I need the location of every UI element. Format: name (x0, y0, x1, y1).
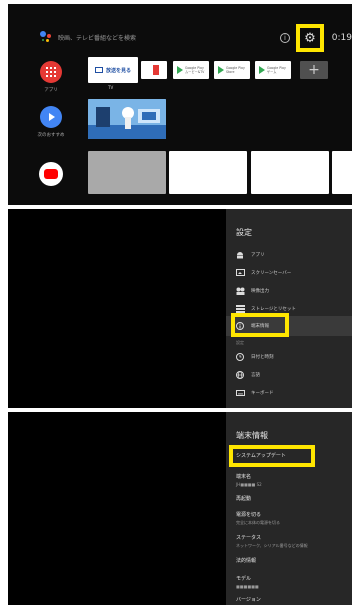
menu-item-video-output[interactable]: 映像出力 (235, 286, 269, 295)
info-icon[interactable]: i (280, 33, 290, 43)
play-icon (40, 106, 62, 128)
menu-item-label: 言語 (251, 372, 260, 378)
menu-item-screensaver[interactable]: スクリーンセーバー (235, 268, 291, 277)
gear-icon: ⚙ (304, 30, 316, 46)
legal-info-label: 法的情報 (236, 558, 257, 564)
menu-item-apps[interactable]: アプリ (235, 250, 265, 259)
clock-icon (235, 352, 245, 361)
add-favorite-button[interactable]: + (300, 61, 328, 79)
model-item: モデル ■■■■■■ (236, 575, 259, 589)
device-name-item[interactable]: 端末名 JH■■■■ S2 (236, 473, 262, 487)
watch-tv-tile[interactable]: 放送を見る (88, 57, 138, 83)
settings-title: 設定 (236, 228, 252, 237)
recommendation-tile[interactable] (88, 99, 166, 139)
device-name-value: JH■■■■ S2 (236, 482, 262, 487)
youtube-button[interactable] (37, 162, 65, 186)
play-store-icon (177, 66, 183, 74)
model-label: モデル (236, 576, 252, 582)
tv-icon (94, 67, 103, 73)
restart-item[interactable]: 再起動 (236, 495, 251, 502)
plus-icon: + (308, 62, 320, 78)
legal-info-item[interactable]: 法的情報 (236, 557, 256, 564)
status-label: ステータス (236, 535, 262, 541)
youtube-thumbnail[interactable] (251, 151, 329, 194)
video-output-icon (235, 286, 245, 295)
power-off-item[interactable]: 電源を切る 完全に本体の電源を切る (236, 511, 280, 526)
play-games-tile[interactable]: Google Play ゲーム (255, 61, 291, 79)
menu-item-label: スクリーンセーバー (251, 270, 292, 276)
menu-item-label: 日付と時刻 (251, 354, 274, 360)
youtube-thumbnail[interactable] (169, 151, 247, 194)
settings-screen: 設定 アプリ スクリーンセーバー 映像出力 ストレージとリセット 端末情報 設定… (8, 209, 352, 408)
status-subtitle: ネットワーク、シリアル番号などの情報 (236, 543, 308, 548)
play-store-icon (259, 66, 265, 74)
power-off-subtitle: 完全に本体の電源を切る (236, 520, 280, 525)
play-movies-line2: ムービー&TV (185, 70, 205, 74)
settings-gear-button[interactable]: ⚙ (296, 24, 324, 52)
android-icon (235, 250, 245, 259)
menu-item-date-time[interactable]: 日付と時刻 (235, 352, 274, 361)
youtube-thumbnail[interactable] (88, 151, 166, 194)
apps-grid-icon (40, 61, 62, 83)
device-info-title: 端末情報 (236, 431, 268, 440)
status-item[interactable]: ステータス ネットワーク、シリアル番号などの情報 (236, 534, 308, 549)
play-movies-tile[interactable]: Google Play ムービー&TV (173, 61, 209, 79)
play-games-line2: ゲーム (267, 70, 277, 74)
recommendation-illustration (88, 99, 166, 139)
power-off-label: 電源を切る (236, 512, 262, 518)
device-name-label: 端末名 (236, 474, 252, 480)
youtube-thumbnail[interactable] (332, 151, 352, 194)
section-label: 設定 (236, 340, 244, 345)
device-info-screen: 端末情報 システムアップデート 端末名 JH■■■■ S2 再起動 電源を切る … (8, 412, 352, 605)
globe-icon (235, 370, 245, 379)
restart-label: 再起動 (236, 496, 252, 502)
device-info-panel: 端末情報 システムアップデート 端末名 JH■■■■ S2 再起動 電源を切る … (226, 412, 352, 605)
app-tile[interactable] (141, 61, 167, 79)
play-store-icon (218, 66, 224, 74)
highlight-box (229, 445, 315, 467)
youtube-icon (39, 162, 63, 186)
watch-tv-title: 放送を見る (105, 67, 131, 74)
apps-button[interactable]: アプリ (37, 61, 65, 93)
clock: 0:19 (331, 33, 352, 43)
watch-tv-label: TV (108, 85, 114, 90)
screensaver-icon (235, 268, 245, 277)
model-value: ■■■■■■ (236, 584, 259, 589)
home-screen: 映画、テレビ番組などを検索 i ⚙ 0:19 アプリ 次のおすすめ 放送を見る … (8, 4, 352, 205)
play-store-line2: Store (226, 70, 235, 74)
menu-item-label: 映像出力 (251, 288, 269, 294)
menu-item-label: ストレージとリセット (251, 306, 296, 312)
keyboard-icon (235, 388, 245, 397)
google-assistant-icon (38, 30, 52, 44)
highlight-box (231, 313, 289, 337)
search-placeholder: 映画、テレビ番組などを検索 (58, 34, 137, 42)
version-item: バージョン (236, 596, 261, 603)
menu-item-label: キーボード (251, 390, 274, 396)
version-label: バージョン (236, 597, 261, 603)
play-store-tile[interactable]: Google Play Store (214, 61, 250, 79)
play-next-label: 次のおすすめ (37, 133, 65, 138)
play-next-button[interactable]: 次のおすすめ (37, 106, 65, 138)
search-bar[interactable]: 映画、テレビ番組などを検索 (38, 30, 136, 44)
menu-item-storage[interactable]: ストレージとリセット (235, 304, 296, 313)
settings-panel: 設定 アプリ スクリーンセーバー 映像出力 ストレージとリセット 端末情報 設定… (226, 209, 352, 408)
storage-icon (235, 304, 245, 313)
menu-item-language[interactable]: 言語 (235, 370, 260, 379)
apps-label: アプリ (44, 88, 58, 93)
menu-item-keyboard[interactable]: キーボード (235, 388, 274, 397)
menu-item-label: アプリ (251, 252, 265, 258)
